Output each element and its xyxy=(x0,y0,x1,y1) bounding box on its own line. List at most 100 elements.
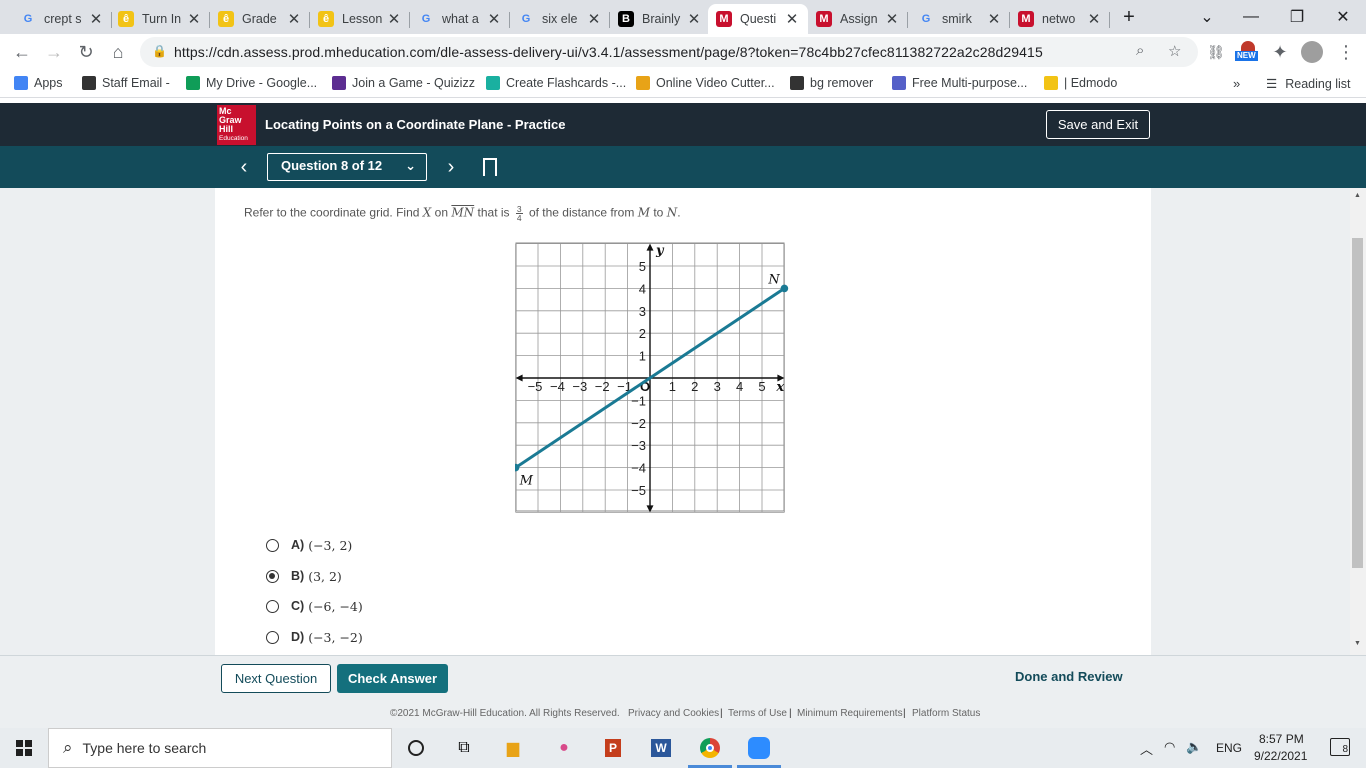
save-and-exit-button[interactable]: Save and Exit xyxy=(1046,110,1150,139)
question-select[interactable]: Question 8 of 12 ⌄ xyxy=(267,153,427,181)
min-requirements-link[interactable]: Minimum Requirements xyxy=(797,708,903,719)
browser-tab[interactable]: Mnetwo ✕ xyxy=(1010,4,1110,34)
clock-date[interactable]: 9/22/2021 xyxy=(1254,749,1307,763)
reading-list-button[interactable]: ☰ Reading list xyxy=(1266,76,1351,92)
restore-button[interactable]: ❐ xyxy=(1274,0,1320,34)
back-arrow-icon[interactable]: ← xyxy=(8,38,36,66)
radio-button[interactable] xyxy=(266,630,279,644)
privacy-link[interactable]: Privacy and Cookies xyxy=(628,708,719,719)
notifications-icon[interactable]: 8 xyxy=(1330,738,1350,756)
answer-option[interactable]: C) (−6, −4) xyxy=(266,596,363,616)
bookmark-item[interactable]: Free Multi-purpose... xyxy=(892,76,1027,90)
browser-tab[interactable]: M Assign ✕ xyxy=(808,4,908,34)
done-and-review-link[interactable]: Done and Review xyxy=(1015,669,1123,684)
close-tab-icon[interactable]: ✕ xyxy=(586,10,602,28)
system-tray: ︿ ◠ 🔈 ENG 8:57 PM 9/22/2021 8 xyxy=(1136,728,1366,768)
bookmark-item[interactable]: bg remover xyxy=(790,76,873,90)
chevron-down-icon: ⌄ xyxy=(405,158,416,173)
bookmark-question-icon[interactable] xyxy=(483,158,497,178)
lock-icon: 🔒 xyxy=(152,44,167,58)
bookmark-item[interactable]: | Edmodo xyxy=(1044,76,1117,90)
file-explorer-icon[interactable]: ▆ xyxy=(500,736,526,760)
radio-button[interactable] xyxy=(266,569,279,583)
browser-tab[interactable]: ê Grade ✕ xyxy=(210,4,310,34)
more-bookmarks-icon[interactable]: » xyxy=(1233,76,1240,91)
close-tab-icon[interactable]: ✕ xyxy=(986,10,1002,28)
radio-button[interactable] xyxy=(266,538,279,552)
y-tick-label: 4 xyxy=(639,281,646,296)
url-text[interactable]: https://cdn.assess.prod.mheducation.com/… xyxy=(174,44,1043,60)
zoom-icon[interactable]: ⌕ xyxy=(1136,42,1144,59)
scroll-thumb[interactable] xyxy=(1352,238,1363,568)
close-tab-icon[interactable]: ✕ xyxy=(884,10,900,28)
home-icon[interactable]: ⌂ xyxy=(104,38,132,66)
browser-tab[interactable]: ê Lesson ✕ xyxy=(310,4,410,34)
tab-title: Grade xyxy=(242,12,277,26)
platform-status-link[interactable]: Platform Status xyxy=(912,708,980,719)
new-tab-plus-icon[interactable]: + xyxy=(1106,0,1152,34)
answer-option[interactable]: B) (3, 2) xyxy=(266,566,342,586)
profile-avatar[interactable] xyxy=(1298,38,1326,66)
bookmark-item[interactable]: Online Video Cutter... xyxy=(636,76,775,90)
terms-link[interactable]: Terms of Use xyxy=(728,708,787,719)
bookmark-item[interactable]: Staff Email - xyxy=(82,76,170,90)
next-question-button[interactable]: Next Question xyxy=(221,664,331,693)
content-scrollbar[interactable]: ▲ ▼ xyxy=(1350,188,1366,655)
chrome-icon[interactable] xyxy=(697,736,723,760)
bookmark-item[interactable]: Create Flashcards -... xyxy=(486,76,626,90)
chrome-menu-icon[interactable]: ⋮ xyxy=(1332,38,1360,66)
zoom-app-icon[interactable] xyxy=(746,736,772,760)
browser-tab[interactable]: Gsmirk ✕ xyxy=(910,4,1010,34)
close-tab-icon[interactable]: ✕ xyxy=(686,10,702,28)
close-tab-icon[interactable]: ✕ xyxy=(286,10,302,28)
word-icon[interactable]: W xyxy=(648,736,674,760)
google-icon: G xyxy=(921,13,931,25)
powerpoint-icon[interactable]: P xyxy=(600,736,626,760)
close-tab-icon[interactable]: ✕ xyxy=(186,10,202,28)
browser-tab[interactable]: Gcrept s ✕ xyxy=(12,4,112,34)
close-window-button[interactable]: ✕ xyxy=(1320,0,1366,34)
minimize-button[interactable]: — xyxy=(1228,0,1274,34)
language-indicator[interactable]: ENG xyxy=(1216,741,1242,755)
taskbar-search-input[interactable]: ⌕ Type here to search xyxy=(48,728,392,768)
scroll-up-arrow-icon[interactable]: ▲ xyxy=(1354,192,1361,199)
bookmark-item[interactable]: Join a Game - Quizizz xyxy=(332,76,475,90)
cortana-circle-icon[interactable] xyxy=(403,736,429,760)
option-value: (−6, −4) xyxy=(308,598,363,614)
scroll-down-arrow-icon[interactable]: ▼ xyxy=(1354,640,1361,647)
tab-title: Turn In xyxy=(142,12,182,26)
browser-tab[interactable]: ê Turn In ✕ xyxy=(110,4,210,34)
close-tab-icon[interactable]: ✕ xyxy=(386,10,402,28)
browser-tab[interactable]: Gwhat a ✕ xyxy=(410,4,510,34)
answer-option[interactable]: A) (−3, 2) xyxy=(266,535,352,555)
clock-time[interactable]: 8:57 PM xyxy=(1259,732,1304,746)
paint-drop-icon[interactable]: ● xyxy=(551,736,577,760)
bookmark-star-icon[interactable]: ☆ xyxy=(1168,42,1181,60)
next-question-chevron-icon[interactable]: › xyxy=(439,155,463,179)
reload-icon[interactable]: ↻ xyxy=(72,38,100,66)
close-tab-icon[interactable]: ✕ xyxy=(486,10,502,28)
task-view-icon[interactable]: ⧉ xyxy=(451,736,477,760)
check-answer-button[interactable]: Check Answer xyxy=(337,664,448,693)
radio-button[interactable] xyxy=(266,599,279,613)
browser-tab[interactable]: Gsix ele ✕ xyxy=(510,4,610,34)
previous-question-chevron-icon[interactable]: ‹ xyxy=(232,155,256,179)
bookmark-item[interactable]: My Drive - Google... xyxy=(186,76,317,90)
extension-new-icon[interactable]: NEW xyxy=(1234,38,1262,66)
bookmark-item[interactable]: Apps xyxy=(14,76,63,90)
windows-start-icon[interactable] xyxy=(0,728,48,768)
answer-option[interactable]: D) (−3, −2) xyxy=(266,627,363,647)
browser-tab[interactable]: B Brainly ✕ xyxy=(610,4,710,34)
close-tab-icon[interactable]: ✕ xyxy=(784,10,800,28)
extensions-puzzle-icon[interactable]: ✦ xyxy=(1266,38,1294,66)
forward-arrow-icon[interactable]: → xyxy=(40,38,68,66)
tab-search-icon[interactable]: ⌄ xyxy=(1184,0,1230,34)
volume-icon[interactable]: 🔈 xyxy=(1186,739,1202,755)
extension-link-icon[interactable]: ⛓ xyxy=(1202,38,1230,66)
browser-tab[interactable]: M Questi ✕ xyxy=(708,4,808,34)
address-bar[interactable]: 🔒 https://cdn.assess.prod.mheducation.co… xyxy=(140,37,1198,67)
show-hidden-icons-chevron-icon[interactable]: ︿ xyxy=(1140,739,1153,758)
close-tab-icon[interactable]: ✕ xyxy=(1086,10,1102,28)
close-tab-icon[interactable]: ✕ xyxy=(88,10,104,28)
wifi-icon[interactable]: ◠ xyxy=(1164,739,1175,755)
